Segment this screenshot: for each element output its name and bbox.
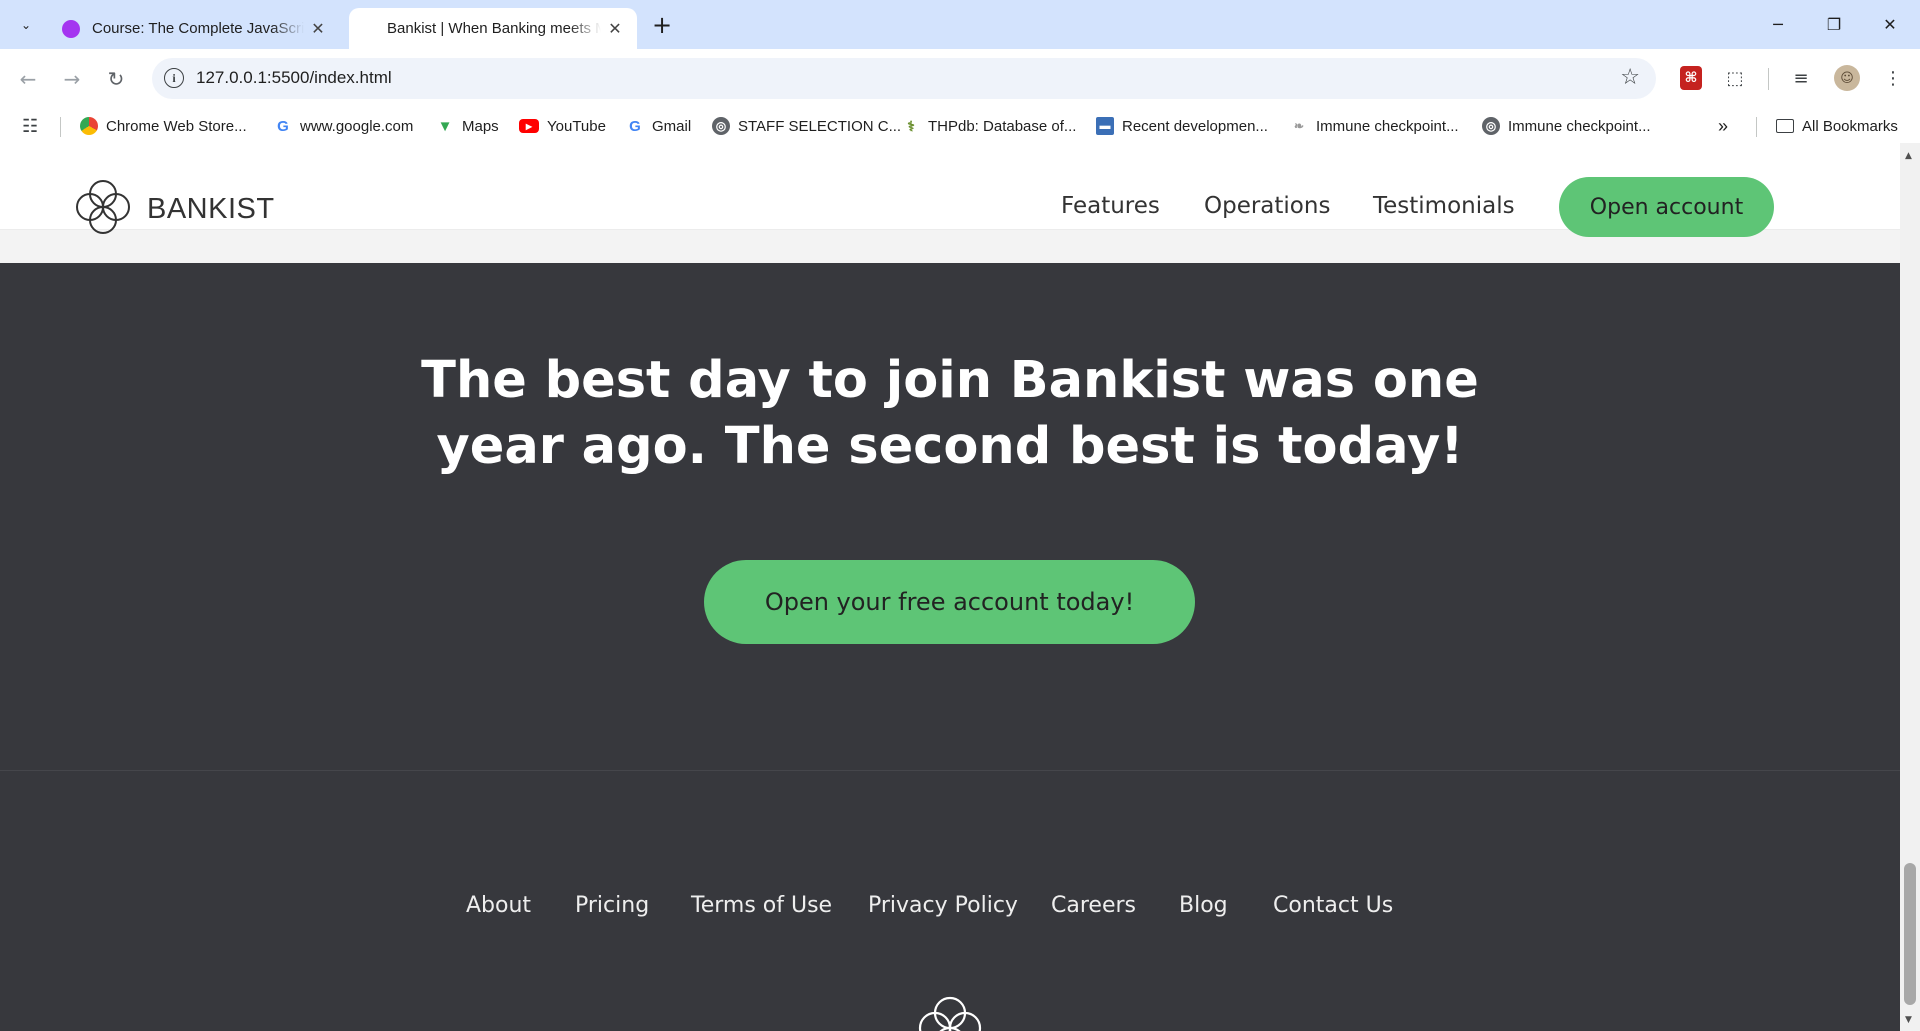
section-divider bbox=[0, 770, 1900, 771]
bookmark-item[interactable]: ◎ Immune checkpoint... bbox=[1482, 115, 1651, 137]
nav-link-features[interactable]: Features bbox=[1061, 193, 1160, 219]
minimize-icon[interactable]: ─ bbox=[1750, 8, 1806, 40]
media-controls-icon[interactable]: ≡ bbox=[1788, 65, 1814, 91]
scrollbar-thumb[interactable] bbox=[1904, 863, 1916, 1005]
globe-icon: ◎ bbox=[712, 117, 730, 135]
tab-search-chevron-icon[interactable]: ⌄ bbox=[14, 13, 38, 37]
site-info-icon[interactable]: i bbox=[164, 68, 184, 88]
tab-bankist[interactable]: Bankist | When Banking meets Minimalist … bbox=[349, 8, 637, 49]
signup-heading: The best day to join Bankist was one yea… bbox=[0, 348, 1900, 480]
bookmark-label: THPdb: Database of... bbox=[928, 117, 1077, 135]
scroll-down-arrow-icon[interactable]: ▼ bbox=[1905, 1015, 1912, 1025]
bookmark-label: Chrome Web Store... bbox=[106, 117, 247, 135]
bankist-logo-icon bbox=[76, 180, 130, 234]
bookmark-item[interactable]: ▼ Maps bbox=[436, 115, 499, 137]
url-text[interactable]: 127.0.0.1:5500/index.html bbox=[196, 68, 392, 88]
footer-link-terms[interactable]: Terms of Use bbox=[691, 893, 832, 918]
maps-pin-icon: ▼ bbox=[436, 117, 454, 135]
thpdb-icon: ⚕ bbox=[902, 117, 920, 135]
footer-bankist-logo-icon bbox=[918, 996, 982, 1031]
bookmark-label: STAFF SELECTION C... bbox=[738, 117, 902, 135]
bookmark-label: Maps bbox=[462, 117, 499, 135]
bookmark-item[interactable]: ▶ YouTube bbox=[519, 115, 606, 137]
footer-link-privacy[interactable]: Privacy Policy bbox=[868, 893, 1018, 918]
bookmark-label: Recent developmen... bbox=[1122, 117, 1268, 135]
footer-link-careers[interactable]: Careers bbox=[1051, 893, 1136, 918]
bookmark-item[interactable]: ▬ Recent developmen... bbox=[1096, 115, 1268, 137]
address-bar[interactable]: i 127.0.0.1:5500/index.html ☆ bbox=[152, 58, 1656, 99]
site-header: BANKIST Features Operations Testimonials… bbox=[0, 143, 1900, 237]
scroll-up-arrow-icon[interactable]: ▲ bbox=[1905, 151, 1912, 161]
bookmark-label: www.google.com bbox=[300, 117, 414, 135]
back-arrow-icon[interactable]: ← bbox=[12, 63, 44, 95]
menu-kebab-icon[interactable]: ⋮ bbox=[1880, 65, 1906, 91]
reload-icon[interactable]: ↻ bbox=[100, 63, 132, 95]
youtube-icon: ▶ bbox=[519, 119, 539, 133]
tab-course[interactable]: Course: The Complete JavaScript Course 2… bbox=[50, 8, 340, 49]
bookmark-item[interactable]: Chrome Web Store... bbox=[80, 115, 247, 137]
all-bookmarks-button[interactable]: All Bookmarks bbox=[1776, 115, 1898, 137]
page-viewport: BANKIST Features Operations Testimonials… bbox=[0, 143, 1900, 1031]
tab-title: Course: The Complete JavaScript Course 2… bbox=[92, 20, 304, 37]
globe-icon: ◎ bbox=[1482, 117, 1500, 135]
signup-heading-line: The best day to join Bankist was one bbox=[421, 351, 1479, 410]
tab-bar: ⌄ Course: The Complete JavaScript Course… bbox=[0, 0, 1920, 49]
page-scrollbar[interactable]: ▲ ▼ bbox=[1900, 143, 1920, 1031]
bookmark-label: Immune checkpoint... bbox=[1508, 117, 1651, 135]
logo-text[interactable]: BANKIST bbox=[147, 193, 275, 226]
open-account-button[interactable]: Open account bbox=[1559, 177, 1774, 237]
bookmarks-divider bbox=[1756, 117, 1757, 137]
profile-avatar[interactable]: ☺ bbox=[1834, 65, 1860, 91]
bookmark-label: YouTube bbox=[547, 117, 606, 135]
footer-link-pricing[interactable]: Pricing bbox=[575, 893, 649, 918]
footer-link-about[interactable]: About bbox=[466, 893, 531, 918]
new-tab-plus-icon[interactable]: + bbox=[648, 11, 676, 39]
signup-heading-line: year ago. The second best is today! bbox=[436, 417, 1464, 476]
bookmark-star-icon[interactable]: ☆ bbox=[1620, 65, 1640, 90]
tab-title: Bankist | When Banking meets Minimalist bbox=[387, 20, 601, 37]
window-close-icon[interactable]: ✕ bbox=[1862, 8, 1918, 40]
bookmark-label: Immune checkpoint... bbox=[1316, 117, 1459, 135]
bookmark-label: Gmail bbox=[652, 117, 692, 135]
article-icon: ▬ bbox=[1096, 117, 1114, 135]
bookmark-item[interactable]: G Gmail bbox=[626, 115, 691, 137]
forward-arrow-icon[interactable]: → bbox=[56, 63, 88, 95]
bookmarks-divider bbox=[60, 117, 61, 137]
close-icon[interactable]: ✕ bbox=[601, 15, 629, 43]
google-icon: G bbox=[274, 117, 292, 135]
bookmark-item[interactable]: G www.google.com bbox=[274, 115, 413, 137]
bookmark-item[interactable]: ◎ STAFF SELECTION C... bbox=[712, 115, 901, 137]
toolbar-divider bbox=[1768, 68, 1769, 90]
extensions-puzzle-icon[interactable]: ⬚ bbox=[1722, 65, 1748, 91]
bookmark-item[interactable]: ❧ Immune checkpoint... bbox=[1290, 115, 1459, 137]
nav-link-operations[interactable]: Operations bbox=[1204, 193, 1330, 219]
bookmark-label: All Bookmarks bbox=[1802, 117, 1898, 135]
folder-icon bbox=[1776, 119, 1794, 133]
article-icon: ❧ bbox=[1290, 117, 1308, 135]
browser-toolbar: ← → ↻ i 127.0.0.1:5500/index.html ☆ ⌘ ⬚ … bbox=[0, 49, 1920, 109]
more-bookmarks-chevron-icon[interactable]: » bbox=[1718, 115, 1728, 137]
bookmarks-bar: ☷ Chrome Web Store... G www.google.com ▼… bbox=[0, 109, 1920, 143]
bookmark-item[interactable]: ⚕ THPdb: Database of... bbox=[902, 115, 1076, 137]
nav-link-testimonials[interactable]: Testimonials bbox=[1373, 193, 1515, 219]
google-icon: G bbox=[626, 117, 644, 135]
chrome-web-store-icon bbox=[80, 117, 98, 135]
restore-icon[interactable]: ❐ bbox=[1806, 8, 1862, 40]
footer-link-contact[interactable]: Contact Us bbox=[1273, 893, 1393, 918]
apps-grid-icon[interactable]: ☷ bbox=[22, 116, 38, 137]
udemy-favicon-icon bbox=[62, 19, 80, 38]
acrobat-extension-icon[interactable]: ⌘ bbox=[1680, 66, 1702, 90]
open-free-account-button[interactable]: Open your free account today! bbox=[704, 560, 1195, 644]
close-icon[interactable]: ✕ bbox=[304, 15, 332, 43]
footer-link-blog[interactable]: Blog bbox=[1179, 893, 1228, 918]
